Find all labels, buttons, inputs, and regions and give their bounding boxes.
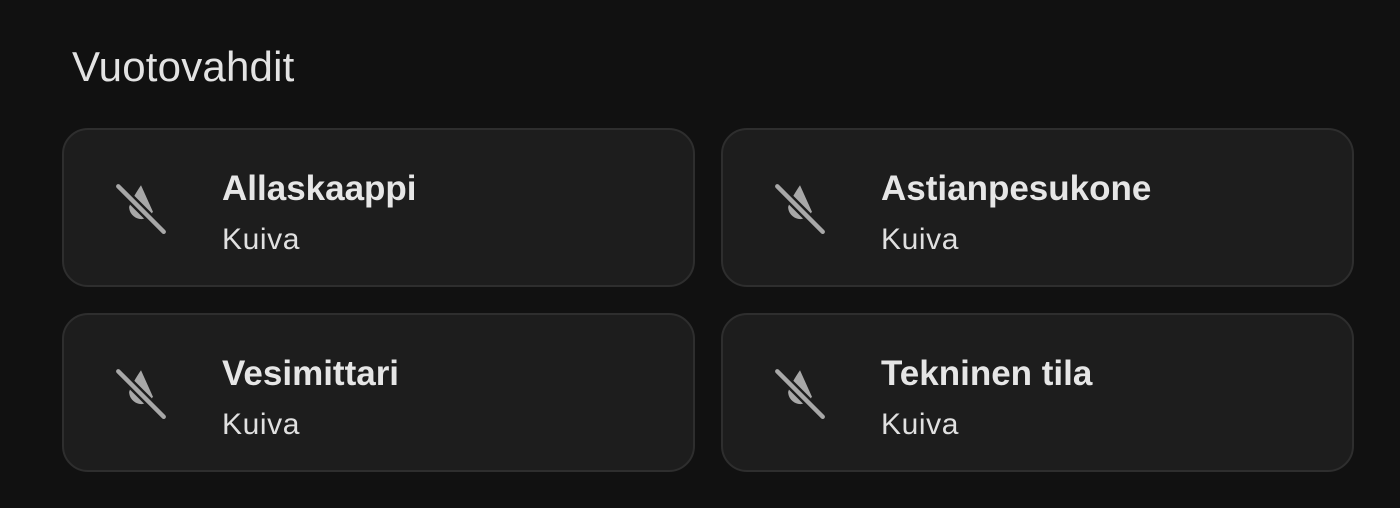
water-off-icon — [110, 177, 172, 239]
leak-sensors-section: Vuotovahdit Allaskaappi Kuiva Astianpesu… — [0, 0, 1400, 508]
sensor-state: Kuiva — [222, 223, 301, 256]
sensor-name: Tekninen tila — [881, 354, 1093, 393]
sensor-tile-allaskaappi[interactable]: Allaskaappi Kuiva — [62, 128, 695, 287]
sensor-state: Kuiva — [881, 223, 960, 256]
sensor-state: Kuiva — [222, 408, 301, 441]
water-off-icon — [769, 362, 831, 424]
water-off-icon — [110, 362, 172, 424]
sensor-tile-tekninen-tila[interactable]: Tekninen tila Kuiva — [721, 313, 1354, 472]
sensor-tile-grid: Allaskaappi Kuiva Astianpesukone Kuiva V… — [62, 128, 1354, 472]
water-off-icon — [769, 177, 831, 239]
sensor-name: Vesimittari — [222, 354, 400, 393]
section-title: Vuotovahdit — [72, 43, 295, 90]
sensor-name: Astianpesukone — [881, 169, 1152, 208]
sensor-tile-astianpesukone[interactable]: Astianpesukone Kuiva — [721, 128, 1354, 287]
sensor-name: Allaskaappi — [222, 169, 417, 208]
sensor-tile-vesimittari[interactable]: Vesimittari Kuiva — [62, 313, 695, 472]
sensor-state: Kuiva — [881, 408, 960, 441]
